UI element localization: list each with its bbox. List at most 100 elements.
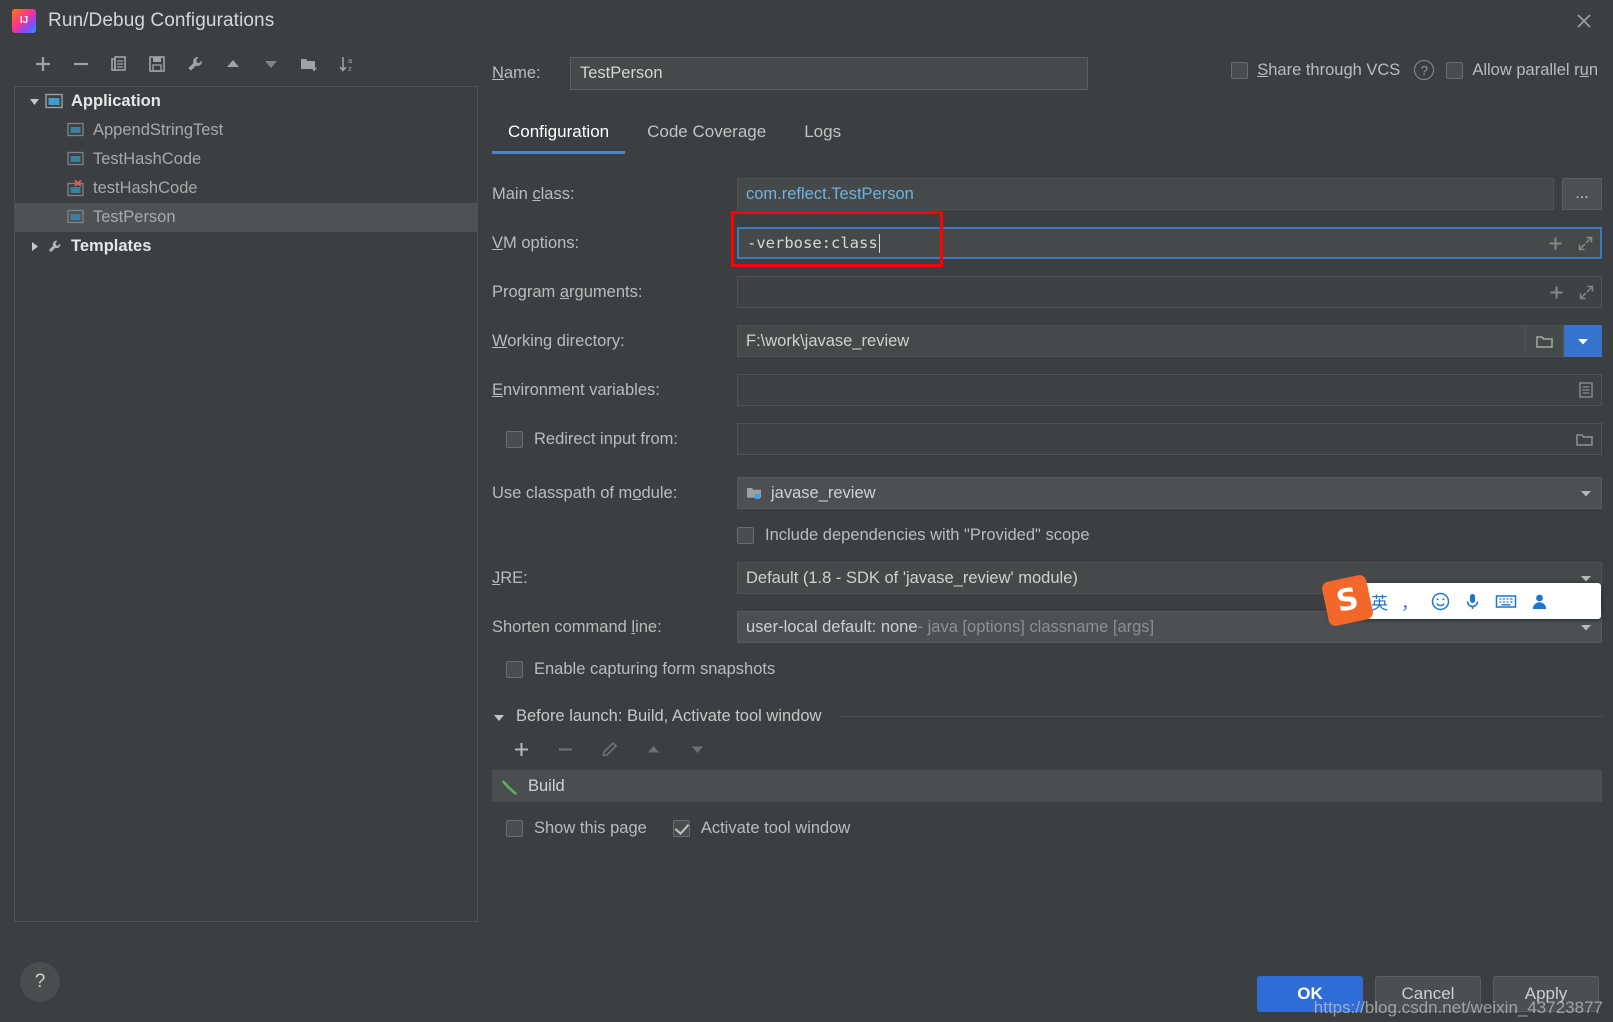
activate-tool-window-option[interactable]: Activate tool window (672, 819, 850, 838)
form-snapshots-checkbox[interactable] (506, 661, 523, 678)
apply-button[interactable]: Apply (1493, 976, 1599, 1012)
save-configuration-button[interactable] (138, 49, 176, 79)
cancel-button[interactable]: Cancel (1375, 976, 1481, 1012)
ime-voice-input-button[interactable] (1463, 592, 1482, 611)
ime-punctuation-toggle[interactable]: ， (1401, 589, 1418, 614)
tree-group-label: Application (71, 92, 161, 110)
ime-language-toggle[interactable]: 英 (1371, 589, 1388, 614)
tree-group-application[interactable]: Application (15, 87, 477, 116)
classpath-module-row: Use classpath of module: javase_review (492, 477, 1602, 509)
tree-item-label: testHashCode (93, 179, 198, 197)
working-directory-label: Working directory: (492, 331, 625, 350)
ime-keyboard-button[interactable] (1495, 592, 1517, 611)
share-through-vcs-checkbox[interactable] (1231, 61, 1249, 79)
tree-item-appendstringtest[interactable]: AppendStringTest (15, 116, 477, 145)
show-this-page-checkbox[interactable] (506, 820, 523, 837)
sogou-logo-icon[interactable]: S (1320, 573, 1375, 628)
classpath-module-combo[interactable]: javase_review (737, 477, 1602, 509)
close-icon[interactable] (1555, 0, 1613, 41)
environment-variables-field[interactable] (737, 374, 1602, 406)
working-directory-dropdown-button[interactable] (1564, 325, 1602, 357)
redirect-input-field[interactable] (737, 423, 1602, 455)
environment-variables-label: Environment variables: (492, 380, 660, 399)
vm-options-field[interactable]: -verbose:class (737, 227, 1602, 259)
application-icon (67, 122, 89, 140)
tree-item-testperson[interactable]: TestPerson (15, 203, 477, 232)
vm-options-macro-icon[interactable] (1547, 235, 1564, 252)
build-hammer-icon (500, 776, 520, 796)
configurations-tree[interactable]: Application AppendStringTest TestHashCod… (14, 86, 478, 922)
top-right-options: Share through VCS ? Allow parallel run (1231, 60, 1598, 80)
sort-configurations-button[interactable]: a z (328, 49, 366, 79)
vm-options-row: VM options: -verbose:class (492, 211, 1602, 267)
dialog-title: Run/Debug Configurations (48, 9, 275, 31)
new-folder-button[interactable] (290, 49, 328, 79)
help-button[interactable]: ? (20, 962, 60, 1002)
copy-configuration-button[interactable] (100, 49, 138, 79)
tree-item-label: TestPerson (93, 208, 176, 226)
working-directory-folder-icon[interactable] (1526, 325, 1564, 357)
add-configuration-button[interactable] (24, 49, 62, 79)
show-this-page-option[interactable]: Show this page (506, 819, 647, 838)
text-caret (878, 233, 880, 253)
move-up-button[interactable] (214, 49, 252, 79)
main-class-browse-button[interactable]: ... (1562, 178, 1602, 210)
question-mark-icon[interactable]: ? (1414, 60, 1435, 80)
redirect-input-checkbox[interactable] (506, 430, 523, 448)
vm-options-value: -verbose:class (747, 234, 878, 252)
wrench-icon[interactable] (176, 49, 214, 79)
redirect-input-row: Redirect input from: (492, 423, 1602, 455)
before-launch-triangle-down-icon[interactable] (492, 710, 506, 724)
triangle-right-icon[interactable] (23, 240, 45, 253)
allow-parallel-run-option[interactable]: Allow parallel run (1446, 61, 1598, 80)
ok-button[interactable]: OK (1257, 976, 1363, 1012)
program-arguments-field[interactable] (737, 276, 1602, 308)
classpath-module-chevron-down-icon[interactable] (1579, 478, 1593, 508)
run-debug-configurations-dialog: Run/Debug Configurations (0, 0, 1613, 1022)
sogou-ime-toolbar[interactable]: S 英 ， (1320, 573, 1601, 628)
include-provided-option[interactable]: Include dependencies with "Provided" sco… (737, 526, 1090, 545)
working-directory-field[interactable]: F:\work\javase_review (737, 325, 1526, 357)
redirect-input-label-wrap[interactable]: Redirect input from: (492, 430, 737, 449)
triangle-down-icon[interactable] (23, 95, 45, 108)
program-arguments-expand-icon[interactable] (1578, 284, 1595, 301)
tree-item-label: TestHashCode (93, 150, 202, 168)
tree-item-testhashcode-error[interactable]: testHashCode (15, 174, 477, 203)
ime-user-button[interactable] (1530, 592, 1549, 611)
vm-options-label: VM options: (492, 233, 580, 252)
form-snapshots-row: Enable capturing form snapshots (492, 660, 1602, 679)
show-this-page-label: Show this page (534, 819, 647, 837)
working-directory-row: Working directory: F:\work\javase_review (492, 325, 1602, 357)
configuration-content: Name: Share through VCS ? Allow parallel… (492, 46, 1602, 922)
tree-item-label: AppendStringTest (93, 121, 224, 139)
tab-configuration[interactable]: Configuration (492, 112, 626, 154)
vm-options-expand-icon[interactable] (1577, 235, 1594, 252)
tab-code-coverage[interactable]: Code Coverage (631, 112, 782, 154)
form-snapshots-option[interactable]: Enable capturing form snapshots (506, 660, 775, 679)
include-provided-checkbox[interactable] (737, 527, 754, 544)
ime-emoji-button[interactable] (1431, 592, 1450, 611)
activate-tool-window-checkbox[interactable] (672, 820, 690, 837)
redirect-input-label: Redirect input from: (534, 429, 678, 448)
before-launch-header[interactable]: Before launch: Build, Activate tool wind… (492, 707, 1602, 726)
allow-parallel-run-checkbox[interactable] (1446, 61, 1464, 79)
svg-text:z: z (348, 64, 352, 73)
name-label: Name: (492, 63, 541, 82)
tree-item-testhashcode[interactable]: TestHashCode (15, 145, 477, 174)
move-down-button[interactable] (252, 49, 290, 79)
remove-task-button (546, 734, 584, 764)
share-through-vcs-option[interactable]: Share through VCS (1231, 61, 1400, 80)
remove-configuration-button[interactable] (62, 49, 100, 79)
main-class-value: com.reflect.TestPerson (746, 184, 914, 203)
add-task-button[interactable] (502, 734, 540, 764)
before-launch-task-row[interactable]: Build (492, 770, 1602, 802)
main-class-field[interactable]: com.reflect.TestPerson (737, 178, 1554, 210)
tree-group-templates[interactable]: Templates (15, 232, 477, 261)
name-input[interactable] (570, 56, 1088, 90)
tab-logs[interactable]: Logs (788, 112, 857, 154)
shorten-command-line-value: user-local default: none (746, 617, 918, 636)
redirect-input-folder-icon[interactable] (1575, 431, 1595, 448)
list-editor-icon[interactable] (1577, 381, 1595, 399)
shorten-command-line-hint: - java [options] classname [args] (917, 617, 1155, 636)
program-arguments-macro-icon[interactable] (1548, 284, 1565, 301)
